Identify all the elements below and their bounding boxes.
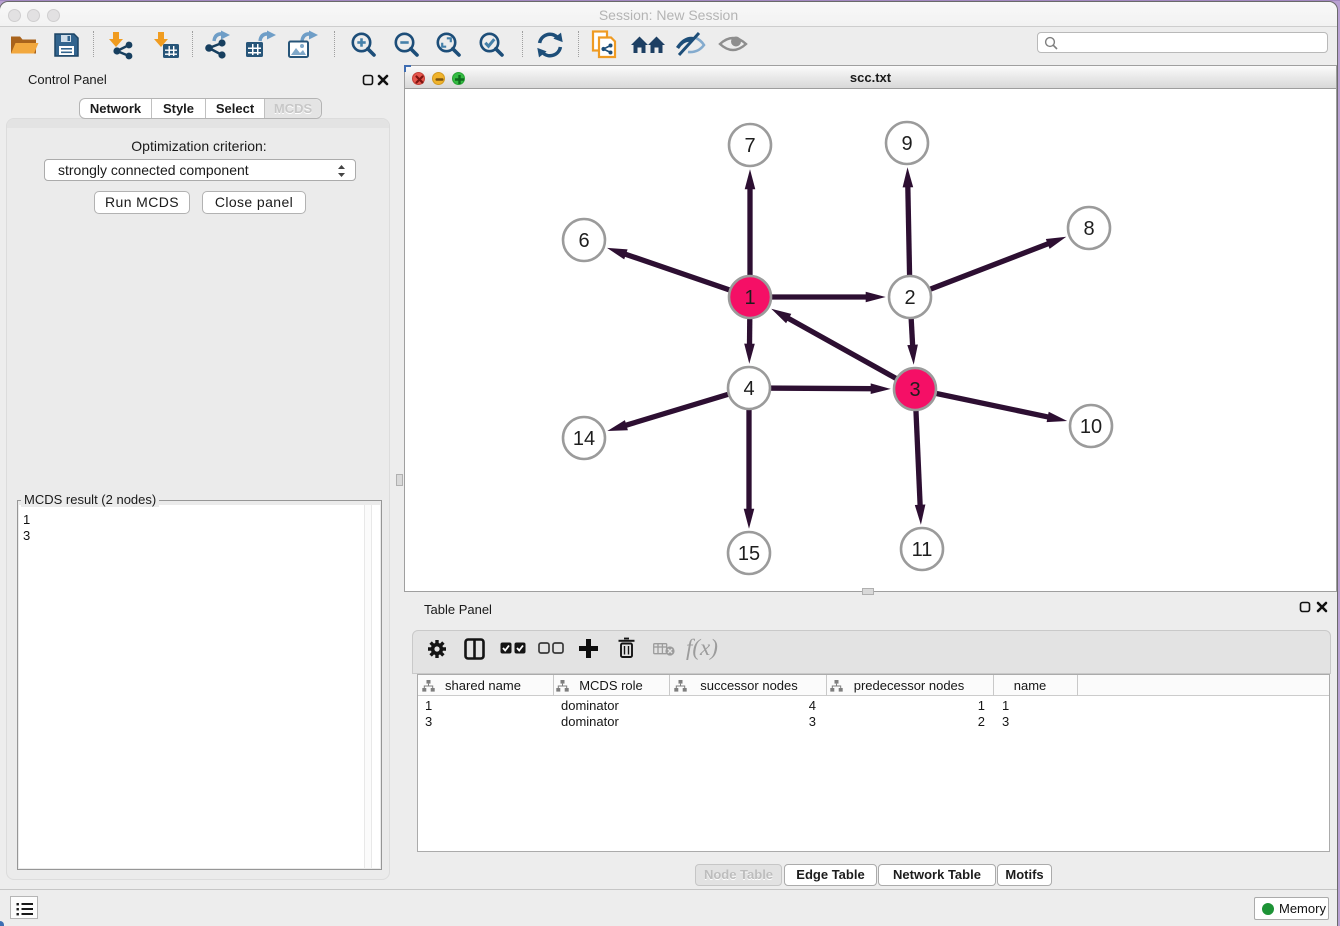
svg-text:4: 4 — [743, 378, 754, 400]
svg-text:14: 14 — [573, 428, 595, 450]
svg-text:11: 11 — [912, 539, 933, 561]
svg-text:8: 8 — [1083, 218, 1094, 240]
svg-text:9: 9 — [901, 133, 912, 155]
svg-text:1: 1 — [744, 287, 755, 309]
svg-text:3: 3 — [909, 379, 920, 401]
svg-text:10: 10 — [1080, 416, 1102, 438]
svg-text:7: 7 — [744, 135, 755, 157]
svg-text:6: 6 — [578, 230, 589, 252]
svg-text:2: 2 — [904, 287, 915, 309]
svg-text:15: 15 — [738, 543, 760, 565]
